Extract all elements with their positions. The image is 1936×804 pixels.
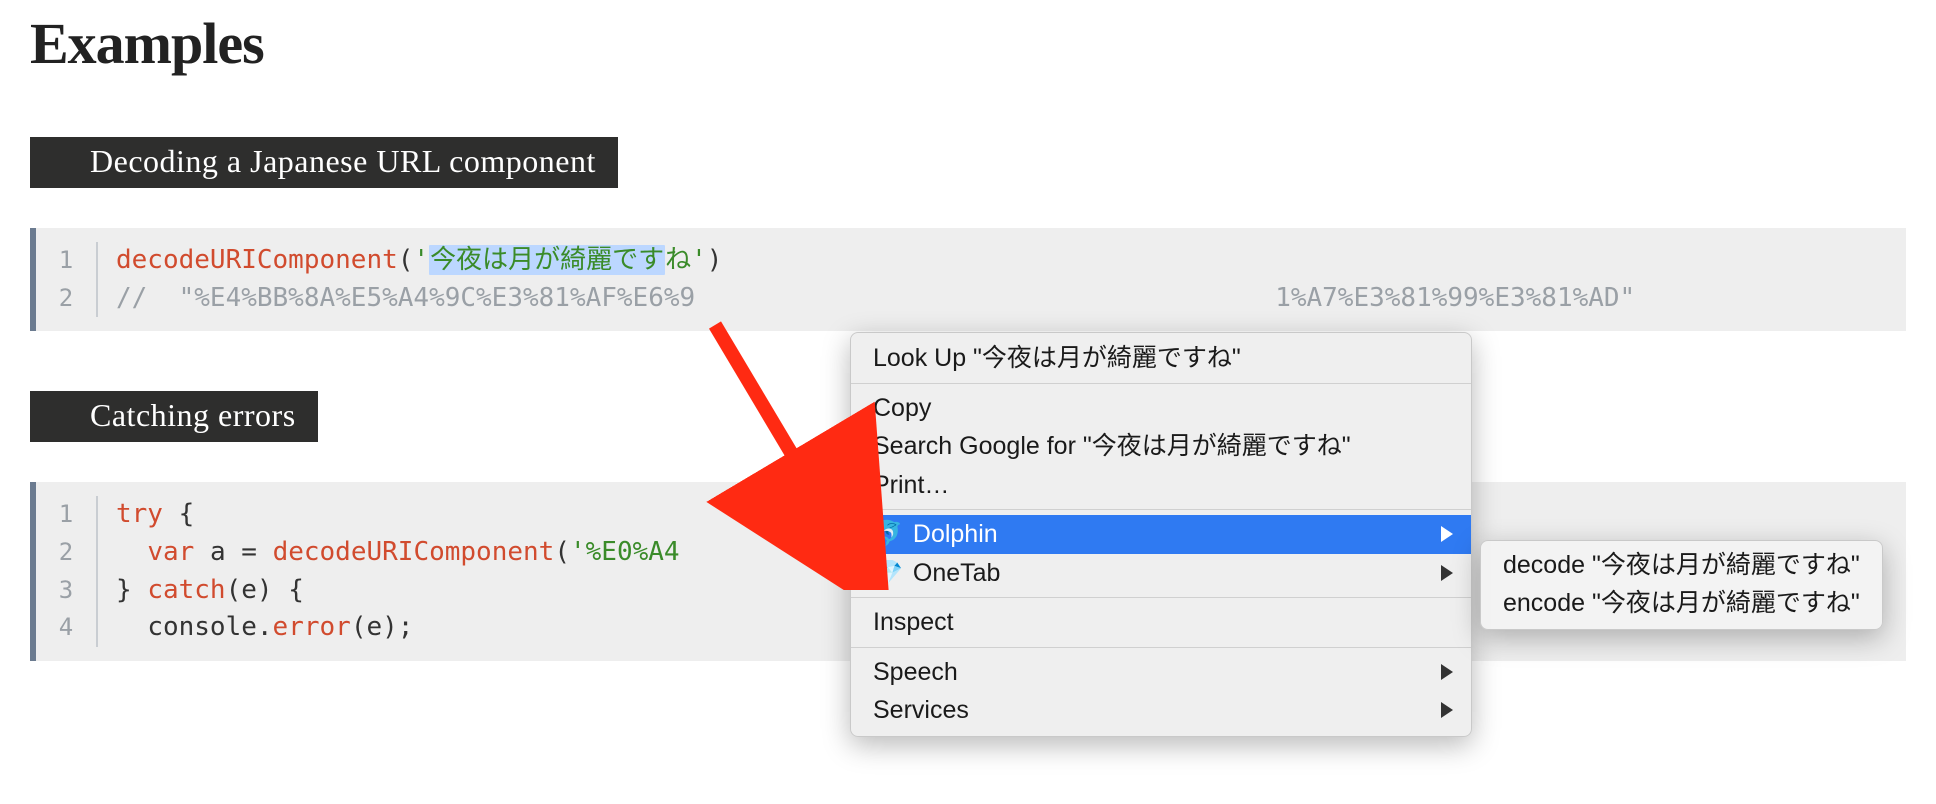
code-method: error (273, 612, 351, 642)
code-obj: console (147, 612, 257, 642)
ctx-onetab-label: OneTab (913, 557, 1001, 590)
onetab-icon: 💎 (873, 561, 903, 585)
code-punc: ( (554, 537, 570, 567)
code-kw: try (116, 499, 163, 529)
page: Examples Decoding a Japanese URL compone… (0, 10, 1936, 701)
ctx-speech[interactable]: Speech (851, 653, 1471, 692)
ctx-inspect[interactable]: Inspect (851, 603, 1471, 642)
ctx-lookup[interactable]: Look Up "今夜は月が綺麗ですね" (851, 339, 1471, 378)
code-kw: catch (147, 575, 225, 605)
line-number: 1 (36, 497, 96, 532)
submenu-decode[interactable]: decode "今夜は月が綺麗ですね" (1481, 547, 1882, 585)
submenu-arrow-icon (1441, 664, 1453, 680)
ctx-services-label: Services (873, 694, 969, 727)
code-punc: (e); (351, 612, 414, 642)
code-str: '%E0%A4 (570, 537, 680, 567)
code-line[interactable]: decodeURIComponent('今夜は月が綺麗ですね') (116, 242, 722, 280)
line-number: 1 (36, 243, 96, 278)
code-indent (116, 537, 147, 567)
code-line[interactable]: console.error(e); (116, 609, 413, 647)
dolphin-icon: 🐬 (873, 522, 903, 546)
ctx-services[interactable]: Services (851, 691, 1471, 730)
ctx-separator (851, 383, 1471, 384)
ctx-dolphin[interactable]: 🐬 Dolphin (851, 515, 1471, 554)
selected-text[interactable]: 今夜は月が綺麗です (429, 245, 665, 275)
code-indent (116, 612, 147, 642)
submenu-arrow-icon (1441, 702, 1453, 718)
code-fn: decodeURIComponent (116, 245, 398, 275)
code-punc: . (257, 612, 273, 642)
line-number: 2 (36, 281, 96, 316)
code-paren: ) (707, 245, 723, 275)
code-punc: (e) { (226, 575, 304, 605)
submenu-arrow-icon (1441, 565, 1453, 581)
line-number: 4 (36, 610, 96, 645)
ctx-speech-label: Speech (873, 656, 958, 689)
section-heading-japanese: Decoding a Japanese URL component (30, 137, 618, 188)
code-line[interactable]: // "%E4%BB%8A%E5%A4%9C%E3%81%AF%E6%9 1%A7… (116, 280, 1635, 318)
code-punc: = (226, 537, 273, 567)
code-block-japanese[interactable]: 1 decodeURIComponent('今夜は月が綺麗ですね') 2 // … (30, 228, 1906, 331)
code-quote: ' (413, 245, 429, 275)
ctx-separator (851, 647, 1471, 648)
line-number: 2 (36, 535, 96, 570)
context-submenu[interactable]: decode "今夜は月が綺麗ですね" encode "今夜は月が綺麗ですね" (1480, 540, 1883, 630)
code-line[interactable]: } catch(e) { (116, 572, 304, 610)
ctx-dolphin-label: Dolphin (913, 518, 998, 551)
code-line[interactable]: var a = decodeURIComponent('%E0%A4 (116, 534, 680, 572)
ctx-separator (851, 509, 1471, 510)
section-heading-errors: Catching errors (30, 391, 318, 442)
code-comment-right: 1%A7%E3%81%99%E3%81%AD" (1275, 283, 1635, 313)
ctx-separator (851, 597, 1471, 598)
ctx-onetab[interactable]: 💎 OneTab (851, 554, 1471, 593)
code-comment-left: // "%E4%BB%8A%E5%A4%9C%E3%81%AF%E6%9 (116, 283, 695, 313)
code-kw: var (147, 537, 194, 567)
code-punc: } (116, 575, 147, 605)
code-quote: ' (691, 245, 707, 275)
code-var: a (210, 537, 226, 567)
context-menu[interactable]: Look Up "今夜は月が綺麗ですね" Copy Search Google … (850, 332, 1472, 737)
code-line[interactable]: try { (116, 496, 194, 534)
code-str-tail: ね (665, 245, 691, 275)
ctx-copy[interactable]: Copy (851, 389, 1471, 428)
ctx-search-google[interactable]: Search Google for "今夜は月が綺麗ですね" (851, 427, 1471, 466)
ctx-print[interactable]: Print… (851, 466, 1471, 505)
submenu-encode[interactable]: encode "今夜は月が綺麗ですね" (1481, 585, 1882, 623)
submenu-arrow-icon (1441, 526, 1453, 542)
page-title: Examples (30, 10, 1906, 77)
code-fn: decodeURIComponent (273, 537, 555, 567)
code-punc: { (163, 499, 194, 529)
line-number: 3 (36, 573, 96, 608)
code-paren: ( (398, 245, 414, 275)
